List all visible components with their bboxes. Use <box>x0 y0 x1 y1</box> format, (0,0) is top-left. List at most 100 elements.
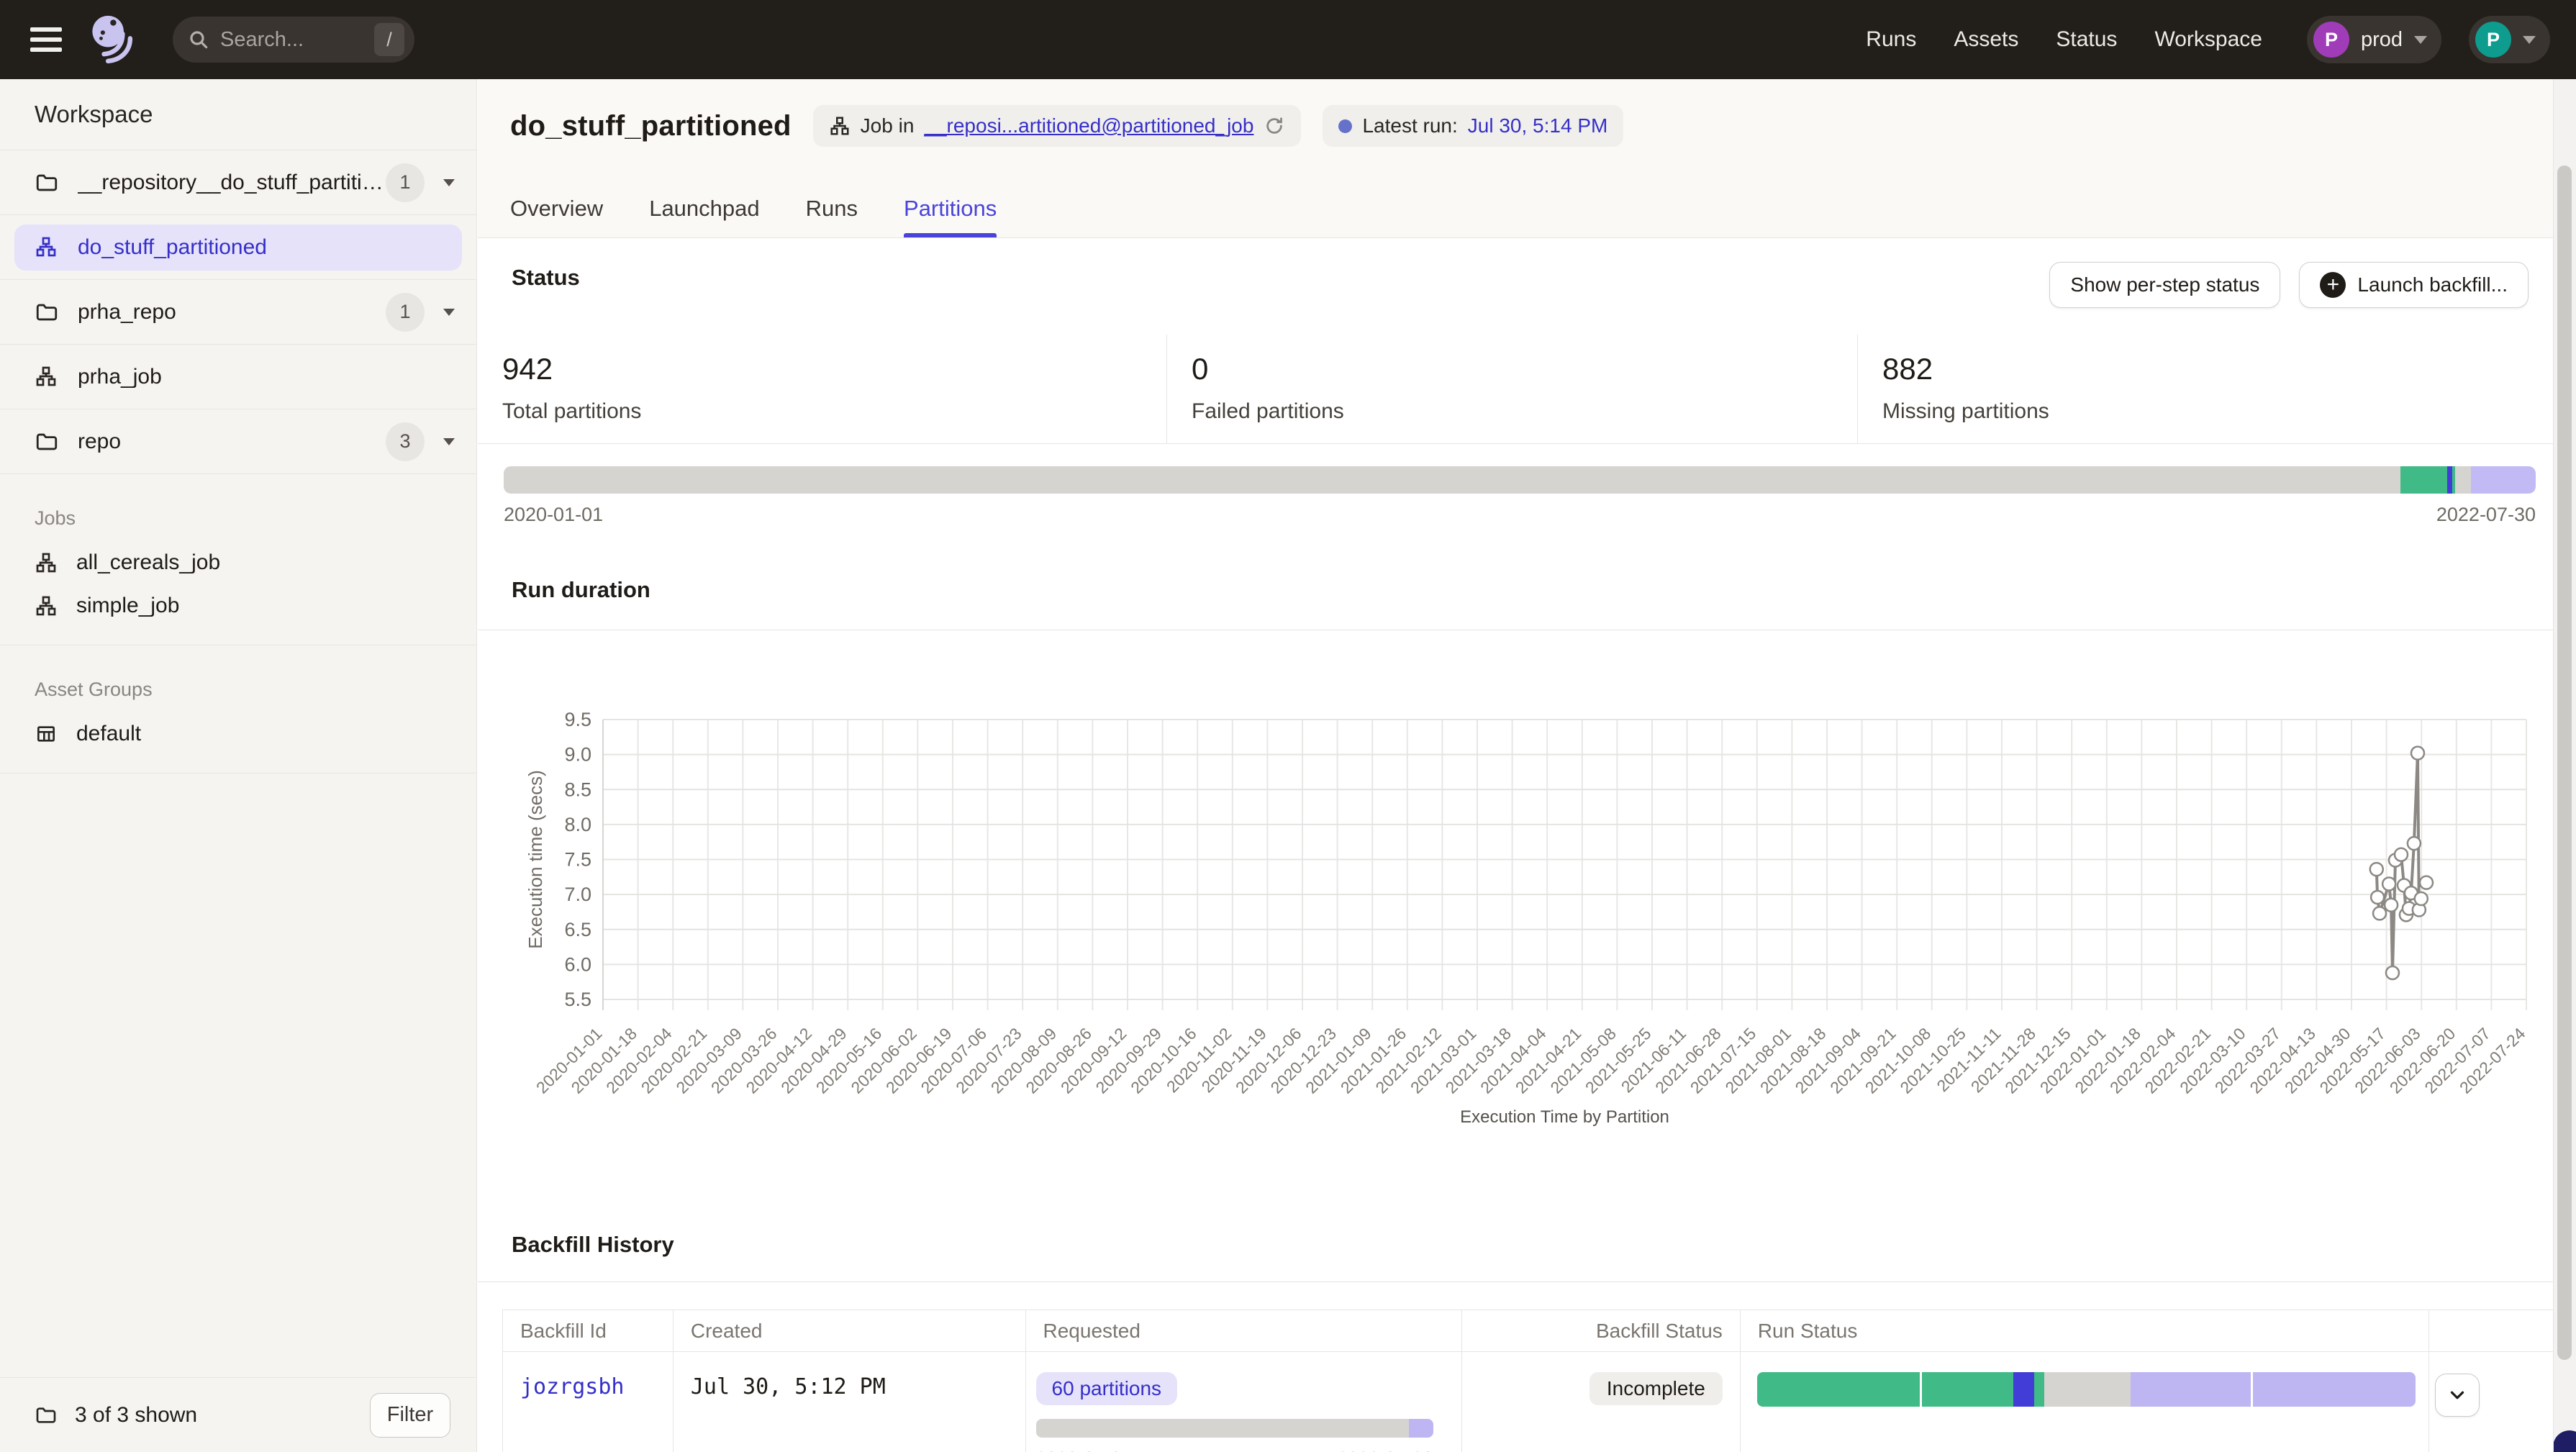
stat-label: Failed partitions <box>1192 399 1857 424</box>
svg-text:7.0: 7.0 <box>564 884 591 905</box>
page-title: do_stuff_partitioned <box>510 110 792 142</box>
latest-run-label: Latest run: <box>1362 114 1457 137</box>
stat-missing-partitions: 882 Missing partitions <box>1858 335 2553 443</box>
chevron-down-icon[interactable] <box>443 438 455 445</box>
deployment-switcher[interactable]: P prod <box>2307 16 2441 63</box>
requested-cell: 60 partitions2020-01-012022-07-30 <box>1026 1352 1463 1452</box>
tab-partitions[interactable]: Partitions <box>904 180 997 237</box>
folder-icon <box>35 171 59 195</box>
requested-partitions-chip: 60 partitions <box>1036 1372 1178 1405</box>
job-icon <box>35 594 58 617</box>
sidebar-item-do_stuff_partitioned[interactable]: do_stuff_partitioned <box>0 215 476 280</box>
sidebar-item-label: repo <box>78 430 121 454</box>
user-menu[interactable]: P <box>2469 16 2550 63</box>
backfill-history-table: Backfill IdCreatedRequestedBackfill Stat… <box>502 1310 2554 1452</box>
chevron-down-icon <box>2414 36 2427 44</box>
menu-icon[interactable] <box>30 27 62 52</box>
search-input[interactable] <box>220 28 374 52</box>
latest-run-link[interactable]: Jul 30, 5:14 PM <box>1468 114 1608 137</box>
sidebar-item-label: prha_repo <box>78 300 176 325</box>
column-header-requested: Requested <box>1026 1310 1463 1351</box>
sidebar-item-label: __repository__do_stuff_partitio... <box>78 171 386 195</box>
main-content: do_stuff_partitioned Job in __reposi...a… <box>478 79 2576 1452</box>
column-header-backfill-status: Backfill Status <box>1462 1310 1741 1351</box>
chevron-down-icon[interactable] <box>443 309 455 316</box>
dagster-logo-icon[interactable] <box>83 9 140 70</box>
count-badge: 1 <box>386 293 425 332</box>
svg-text:7.5: 7.5 <box>564 849 591 871</box>
bar-segment <box>2131 1372 2251 1407</box>
search-box[interactable]: / <box>173 17 414 63</box>
backfill-id-link[interactable]: jozrgsbh <box>520 1374 625 1399</box>
show-per-step-status-button[interactable]: Show per-step status <box>2049 262 2280 308</box>
column-header-backfill-id: Backfill Id <box>503 1310 674 1351</box>
svg-text:8.5: 8.5 <box>564 779 591 800</box>
run-status-cell <box>1741 1352 2429 1452</box>
chevron-down-icon[interactable] <box>443 179 455 186</box>
job-origin-badge: Job in __reposi...artitioned@partitioned… <box>813 105 1302 147</box>
tab-runs[interactable]: Runs <box>806 180 858 237</box>
run-duration-heading: Run duration <box>512 577 650 603</box>
scrollbar-thumb[interactable] <box>2557 165 2572 1360</box>
sidebar-item-__repository__do_stuff_partitio[interactable]: __repository__do_stuff_partitio...1 <box>0 150 476 215</box>
partition-range-start: 2020-01-01 <box>504 504 603 526</box>
deployment-avatar: P <box>2313 22 2349 58</box>
svg-text:9.5: 9.5 <box>564 709 591 730</box>
sidebar-item-prha_repo[interactable]: prha_repo 1 <box>0 280 476 345</box>
run-status-dot <box>1338 119 1352 133</box>
sidebar-item-default[interactable]: default <box>0 712 476 756</box>
partition-status-bar[interactable] <box>504 466 2536 494</box>
sidebar-item-simple_job[interactable]: simple_job <box>0 584 476 627</box>
folder-icon <box>35 300 59 325</box>
sidebar-item-selected-pill[interactable]: do_stuff_partitioned <box>14 224 462 271</box>
sidebar-title: Workspace <box>0 79 476 150</box>
svg-text:9.0: 9.0 <box>564 744 591 766</box>
tab-launchpad[interactable]: Launchpad <box>649 180 759 237</box>
stat-value: 882 <box>1882 352 2553 386</box>
bar-segment <box>1922 1372 2013 1407</box>
run-duration-chart: 2020-01-012020-01-182020-02-042020-02-21… <box>497 691 2555 1151</box>
run-duration-chart-svg: 2020-01-012020-01-182020-02-042020-02-21… <box>497 691 2555 1151</box>
shown-count-label: 3 of 3 shown <box>75 1403 197 1428</box>
job-icon <box>829 115 851 137</box>
nav-link-runs[interactable]: Runs <box>1866 27 1916 52</box>
nav-link-assets[interactable]: Assets <box>1954 27 2018 52</box>
nav-link-status[interactable]: Status <box>2056 27 2117 52</box>
stat-total-partitions: 942Total partitions <box>478 335 1167 443</box>
bar-segment <box>2034 1372 2045 1407</box>
job-origin-link[interactable]: __reposi...artitioned@partitioned_job <box>924 114 1253 137</box>
sidebar-item-repo[interactable]: repo 3 <box>0 409 476 474</box>
workspace-sidebar: Workspace __repository__do_stuff_partiti… <box>0 79 477 1452</box>
svg-text:6.5: 6.5 <box>564 919 591 940</box>
tab-overview[interactable]: Overview <box>510 180 603 237</box>
range-start: 2020-01-01 <box>1036 1448 1132 1452</box>
bar-segment <box>1757 1372 1920 1407</box>
nav-link-workspace[interactable]: Workspace <box>2154 27 2262 52</box>
run-status-bar[interactable] <box>1757 1372 2416 1407</box>
sidebar-item-all_cereals_job[interactable]: all_cereals_job <box>0 541 476 584</box>
refresh-icon[interactable] <box>1264 115 1285 137</box>
filter-button[interactable]: Filter <box>370 1393 450 1438</box>
svg-text:Execution Time by Partition: Execution Time by Partition <box>1460 1107 1669 1127</box>
launch-backfill-button[interactable]: + Launch backfill... <box>2299 262 2529 308</box>
expand-row-button[interactable] <box>2435 1374 2480 1417</box>
sidebar-item-label: do_stuff_partitioned <box>78 235 267 260</box>
svg-text:5.5: 5.5 <box>564 989 591 1010</box>
bar-segment <box>2044 1372 2131 1407</box>
bar-segment <box>504 466 2400 494</box>
bar-segment <box>2455 466 2470 494</box>
job-icon <box>35 365 59 389</box>
svg-text:8.0: 8.0 <box>564 814 591 835</box>
sidebar-item-prha_job[interactable]: prha_job <box>0 345 476 409</box>
created-value: Jul 30, 5:12 PM <box>691 1374 886 1399</box>
count-badge: 3 <box>386 422 425 461</box>
sidebar-item-label: simple_job <box>76 594 179 618</box>
bar-segment <box>1409 1419 1433 1438</box>
bar-segment <box>2400 466 2447 494</box>
plus-circle-icon: + <box>2320 272 2346 298</box>
stat-label: Missing partitions <box>1882 399 2553 424</box>
sidebar-item-label: prha_job <box>78 365 162 389</box>
svg-text:6.0: 6.0 <box>564 953 591 975</box>
status-heading: Status <box>512 265 580 291</box>
search-icon <box>187 28 210 51</box>
